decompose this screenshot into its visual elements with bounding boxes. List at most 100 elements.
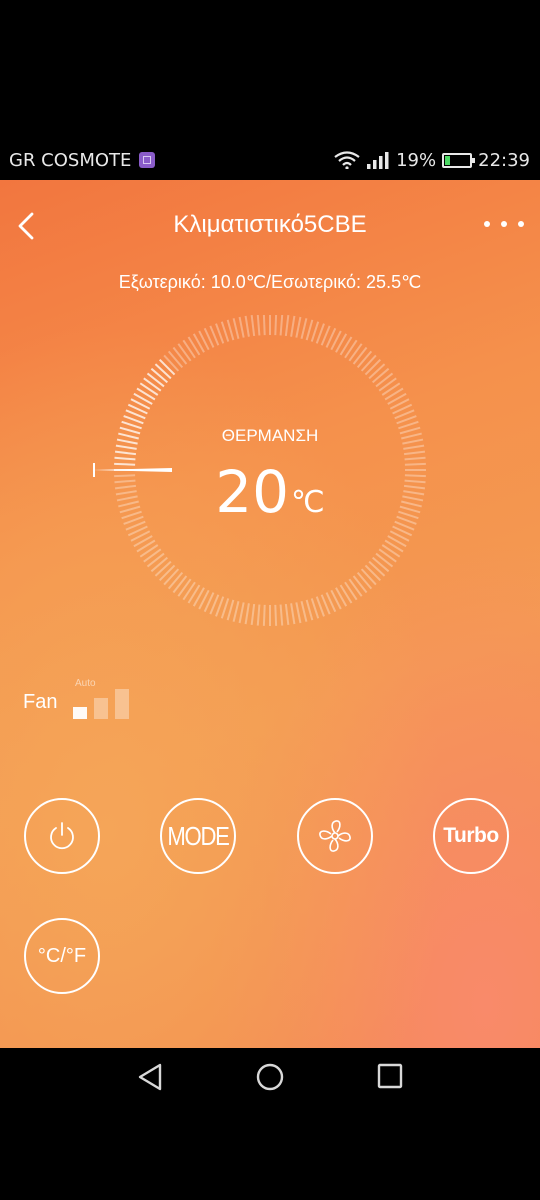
dial-tick xyxy=(403,444,425,450)
dial-tick xyxy=(238,316,245,338)
dial-tick xyxy=(274,315,278,336)
dial-tick xyxy=(146,372,165,388)
dial-tick xyxy=(310,598,320,619)
dial-tick xyxy=(154,560,172,577)
dial-tick xyxy=(295,316,302,338)
home-circle-icon[interactable] xyxy=(255,1062,285,1092)
dial-tick xyxy=(360,354,377,372)
dial-tick xyxy=(177,343,192,362)
power-button[interactable] xyxy=(24,798,100,874)
power-icon xyxy=(50,822,74,850)
dial-tick xyxy=(274,604,278,626)
dial-tick xyxy=(154,363,172,380)
dial-tick xyxy=(143,377,162,392)
wifi-icon xyxy=(334,151,360,169)
dial-tick xyxy=(150,367,168,384)
dial-tick xyxy=(167,350,184,368)
dial-tick xyxy=(220,321,230,342)
dial-tick xyxy=(356,350,373,368)
carrier-name: GR COSMOTE xyxy=(9,149,132,171)
battery-percent: 19% xyxy=(396,149,437,171)
dial-tick xyxy=(158,358,176,376)
fan-speed-indicator[interactable] xyxy=(73,683,133,719)
dial-tick xyxy=(290,603,296,625)
dial-tick xyxy=(305,599,314,621)
dial-tick xyxy=(163,354,180,372)
dial-tick xyxy=(364,564,382,582)
unit-toggle-label: °C/°F xyxy=(37,944,87,967)
mode-button-label: MODE xyxy=(167,820,229,851)
dial-tick xyxy=(238,602,245,624)
dial-tick xyxy=(114,450,137,456)
signal-icon xyxy=(367,152,389,169)
fan-button[interactable] xyxy=(297,798,373,874)
dial-tick xyxy=(250,603,256,626)
dial-tick xyxy=(250,315,256,337)
dial-tick xyxy=(368,560,386,577)
dial-tick xyxy=(290,315,296,337)
mode-label: ΘΕΡΜΑΝΣΗ xyxy=(221,426,319,445)
dial-tick xyxy=(348,578,363,597)
dial-tick xyxy=(284,315,290,337)
dial-tick xyxy=(378,377,397,392)
dial-tick xyxy=(352,575,368,594)
dial-tick xyxy=(256,315,261,336)
setpoint-unit: ℃ xyxy=(291,485,325,520)
dial-tick xyxy=(167,572,184,590)
dial-tick xyxy=(300,601,308,622)
dial-tick xyxy=(356,572,373,590)
setpoint-value: 20 xyxy=(215,458,290,526)
more-dots-icon[interactable] xyxy=(484,216,524,232)
setpoint-temperature: 20℃ xyxy=(0,458,540,526)
outdoor-indoor-temperature: Εξωτερικό: 10.0℃/Εσωτερικό: 25.5℃ xyxy=(118,272,422,292)
dial-tick xyxy=(372,556,390,573)
fan-speed-bar-1 xyxy=(73,707,87,719)
dial-tick xyxy=(375,372,394,388)
dial-tick xyxy=(300,318,308,339)
dial-tick xyxy=(262,604,266,626)
dial-tick xyxy=(226,599,235,621)
dial-tick xyxy=(232,318,240,339)
dial-tick xyxy=(360,568,377,586)
dial-tick xyxy=(158,564,176,582)
fan-icon xyxy=(319,820,351,852)
dial-tick xyxy=(150,556,168,573)
recents-square-icon[interactable] xyxy=(377,1063,403,1089)
dial-tick xyxy=(220,598,230,619)
dial-tick xyxy=(172,575,188,594)
dial-tick xyxy=(163,568,180,586)
dial-tick xyxy=(244,603,250,625)
status-bar: GR COSMOTE 19% ⚡ 22:39 xyxy=(0,140,540,180)
turbo-button[interactable]: Turbo xyxy=(433,798,509,874)
dial-tick xyxy=(232,601,240,622)
navigation-bar xyxy=(0,1048,540,1200)
dial-tick xyxy=(279,604,284,626)
mode-button[interactable]: MODE xyxy=(160,798,236,874)
back-triangle-icon[interactable] xyxy=(136,1062,164,1092)
dial-tick xyxy=(378,548,397,563)
turbo-button-label: Turbo xyxy=(443,824,499,847)
dial-tick xyxy=(364,358,382,376)
image-notification-icon xyxy=(139,152,156,168)
dial-tick xyxy=(284,603,290,626)
clock-time: 22:39 xyxy=(478,149,530,171)
dial-tick xyxy=(279,315,284,336)
dial-tick xyxy=(352,346,368,365)
dial-tick xyxy=(375,552,394,568)
fan-label: Fan xyxy=(23,691,58,713)
unit-toggle-button[interactable]: °C/°F xyxy=(24,918,100,994)
battery-charging-icon: ⚡ xyxy=(442,152,476,168)
dial-tick xyxy=(172,346,188,365)
dial-tick xyxy=(295,602,302,624)
dial-tick xyxy=(348,343,363,362)
dial-tick xyxy=(256,604,261,626)
fan-speed-bar-3 xyxy=(115,689,129,719)
dial-tick xyxy=(372,367,390,384)
dial-tick xyxy=(310,321,320,342)
dial-tick xyxy=(244,315,250,337)
top-blackout xyxy=(0,0,540,140)
dial-tick xyxy=(305,319,314,341)
dial-tick xyxy=(368,363,386,380)
dial-tick xyxy=(146,552,165,568)
dial-tick xyxy=(115,444,137,450)
